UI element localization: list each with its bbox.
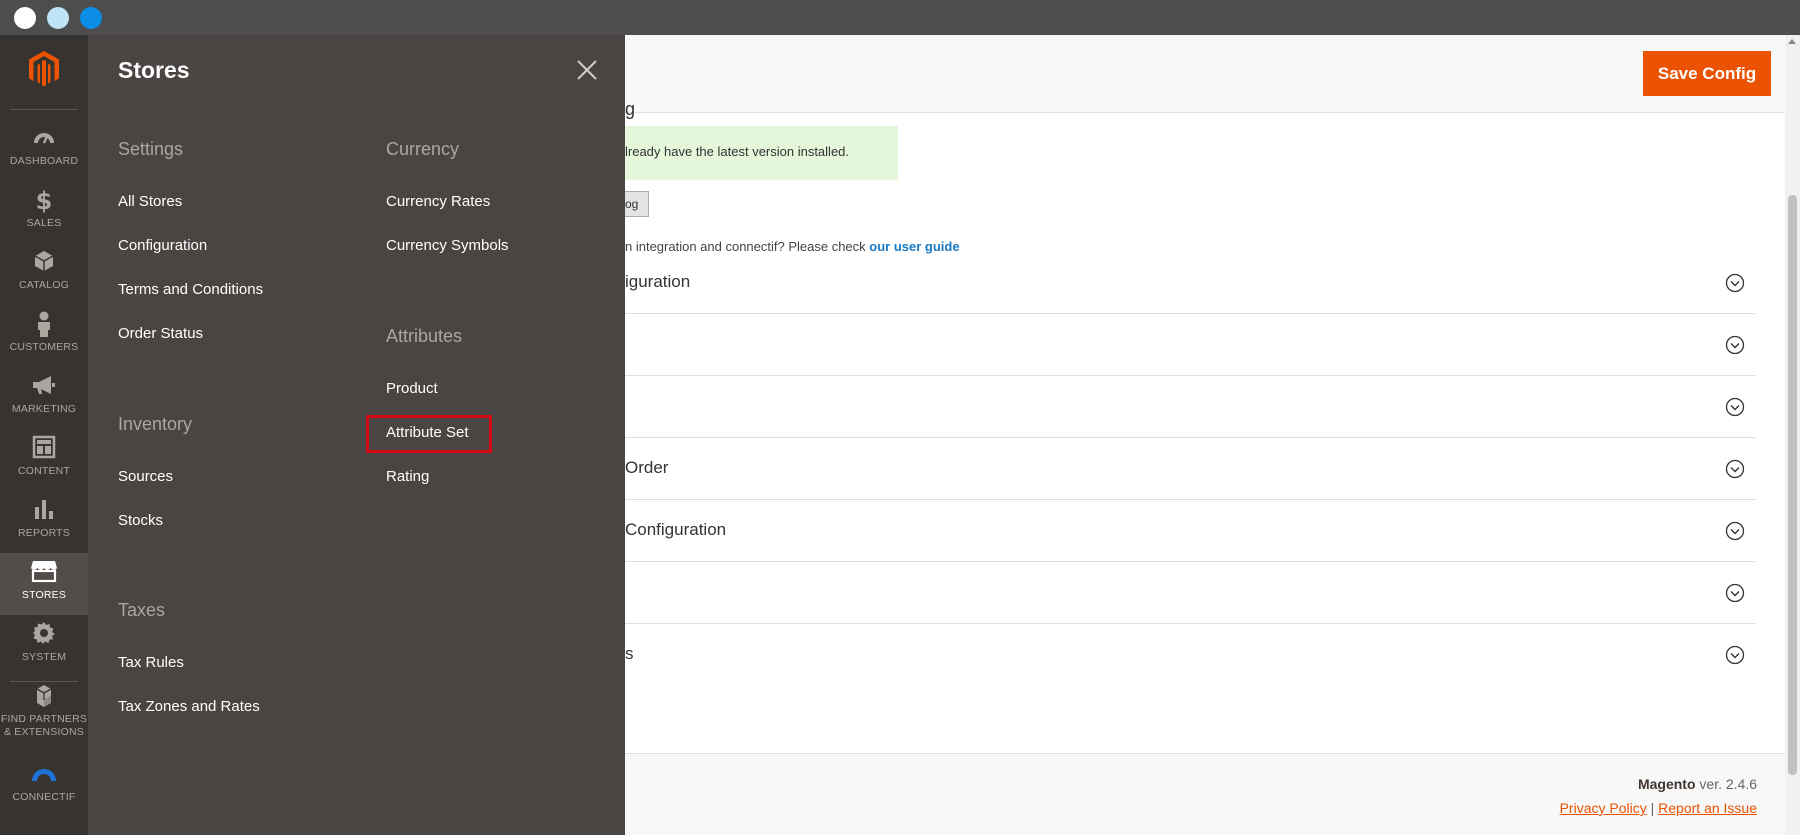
dashboard-icon [0,125,88,155]
section-title: s [625,644,634,663]
nav-divider [10,109,78,110]
menu-link-rating[interactable]: Rating [386,468,429,485]
expand-chevron-icon[interactable] [1725,273,1745,293]
group-title-settings: Settings [118,139,184,159]
report-issue-link[interactable]: Report an Issue [1658,800,1757,816]
dollar-icon: $ [0,187,88,217]
nav-marketing[interactable]: MARKETING [0,367,88,429]
nav-catalog[interactable]: CATALOG [0,243,88,305]
nav-customers[interactable]: CUSTOMERS [0,305,88,367]
config-section[interactable]: iguration [625,252,1755,314]
menu-link-configuration[interactable]: Configuration [118,237,207,254]
footer-brand: Magento [1637,776,1696,792]
menu-link-order-status[interactable]: Order Status [118,325,203,342]
expand-chevron-icon[interactable] [1725,335,1745,355]
footer-version: ver. 2.4.6 [1695,776,1757,792]
menu-link-tax-rules[interactable]: Tax Rules [118,654,184,671]
svg-text:$: $ [36,187,53,213]
group-title-inventory: Inventory [118,414,193,434]
menu-link-attribute-set[interactable]: Attribute Set [386,424,469,441]
expand-chevron-icon[interactable] [1725,645,1745,665]
catalog-button[interactable]: og [625,191,649,217]
flyout-title: Stores [118,57,190,83]
window-minimize-dot[interactable] [47,7,69,29]
connectif-logo-icon [0,761,88,791]
layout-icon [0,435,88,465]
box-icon [0,249,88,279]
gear-icon [0,621,88,651]
nav-connectif[interactable]: CONNECTIF [0,755,88,817]
stores-flyout-menu: Stores Settings All Stores Configuration… [88,35,625,835]
nav-content[interactable]: CONTENT [0,429,88,491]
config-section[interactable]: Order [625,438,1755,500]
nav-system[interactable]: SYSTEM [0,615,88,677]
nav-dashboard[interactable]: DASHBOARD [0,119,88,181]
admin-sidebar: DASHBOARD $ SALES CATALOG CUSTOMERS MARK… [0,35,88,835]
page-footer: Magento ver. 2.4.6 Privacy Policy | Repo… [625,753,1785,835]
menu-link-terms-and-conditions[interactable]: Terms and Conditions [118,281,263,298]
close-icon[interactable] [573,56,601,84]
nav-reports[interactable]: REPORTS [0,491,88,553]
expand-chevron-icon[interactable] [1725,459,1745,479]
person-icon [0,311,88,341]
menu-link-currency-rates[interactable]: Currency Rates [386,193,490,210]
magento-logo-icon[interactable] [0,49,88,95]
group-title-taxes: Taxes [118,600,166,620]
menu-link-currency-symbols[interactable]: Currency Symbols [386,237,509,254]
section-title: Order [625,458,669,477]
window-close-dot[interactable] [14,7,36,29]
cubes-icon [0,683,88,713]
footer-separator: | [1650,800,1655,816]
menu-link-product[interactable]: Product [386,380,438,397]
window-titlebar [0,0,1800,35]
megaphone-icon [0,373,88,403]
config-section[interactable]: s [625,624,1755,686]
config-section[interactable] [625,314,1755,376]
nav-stores[interactable]: STORES [0,553,88,615]
config-section[interactable]: Configuration [625,500,1755,562]
section-title: Configuration [625,520,727,539]
group-title-currency: Currency [386,139,460,159]
bar-chart-icon [0,497,88,527]
menu-link-sources[interactable]: Sources [118,468,173,485]
scroll-up-arrow-icon[interactable] [1788,39,1796,44]
expand-chevron-icon[interactable] [1725,583,1745,603]
expand-chevron-icon[interactable] [1725,397,1745,417]
expand-chevron-icon[interactable] [1725,521,1745,541]
group-title-attributes: Attributes [386,326,463,346]
menu-link-all-stores[interactable]: All Stores [118,193,182,210]
config-section[interactable] [625,376,1755,438]
version-info: Magento ver. 2.4.6 [1638,776,1757,792]
page-scrollbar[interactable] [1785,35,1800,835]
window-maximize-dot[interactable] [80,7,102,29]
config-section[interactable] [625,562,1755,624]
notice-text: lready have the latest version installed… [625,144,850,159]
nav-sales[interactable]: $ SALES [0,181,88,243]
page-actions-bar: Save Config [625,35,1785,113]
main-content: Save Config g lready have the latest ver… [625,35,1785,835]
privacy-policy-link[interactable]: Privacy Policy [1560,800,1647,816]
scrollbar-thumb[interactable] [1788,195,1797,775]
section-title: iguration [625,272,691,291]
menu-link-stocks[interactable]: Stocks [118,512,163,529]
footer-links: Privacy Policy | Report an Issue [1560,800,1757,816]
menu-link-tax-zones-and-rates[interactable]: Tax Zones and Rates [118,698,260,715]
storefront-icon [0,559,88,589]
section-heading: g [625,99,636,119]
nav-find-partners[interactable]: FIND PARTNERS & EXTENSIONS [0,677,88,757]
save-config-button[interactable]: Save Config [1643,51,1771,96]
